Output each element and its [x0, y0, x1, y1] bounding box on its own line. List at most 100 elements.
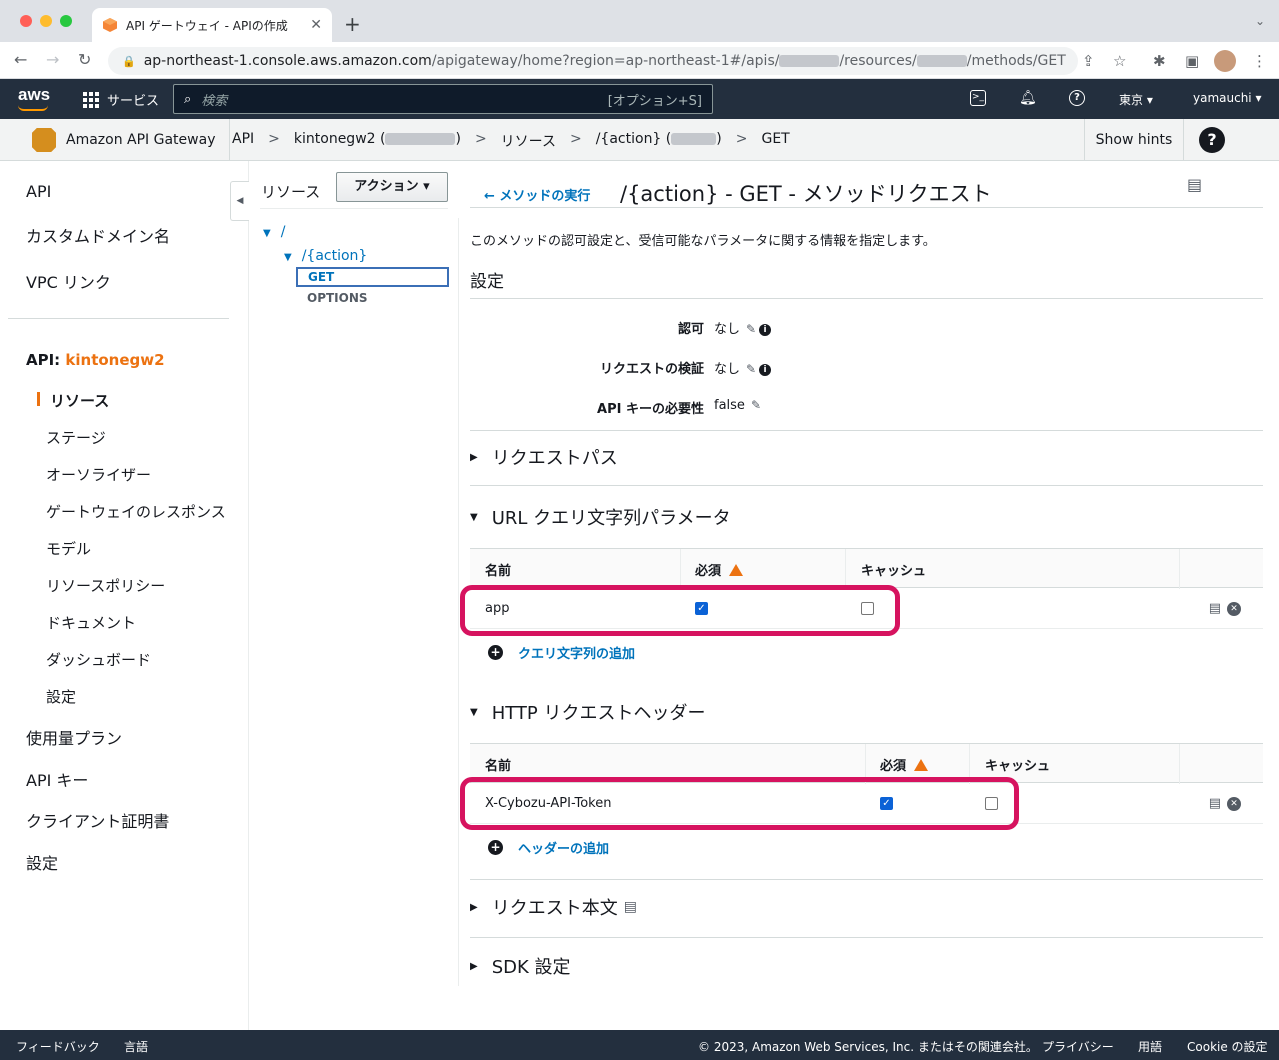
copyright-text: © 2023, Amazon Web Services, Inc. またはその関… — [698, 1040, 1038, 1054]
book-icon[interactable]: ▤ — [1209, 601, 1221, 616]
sdk-settings-section[interactable]: ▶ SDK 設定 — [470, 953, 571, 979]
share-icon[interactable]: ⇪ — [1082, 52, 1095, 70]
show-hints-button[interactable]: Show hints — [1084, 119, 1184, 161]
region-selector[interactable]: 東京 ▾ — [1119, 91, 1153, 108]
book-icon[interactable]: ▤ — [1209, 796, 1221, 811]
close-tab-icon[interactable]: ✕ — [310, 17, 322, 33]
tree-action-resource[interactable]: ▼/{action} — [284, 248, 367, 264]
nav-api[interactable]: API — [26, 182, 51, 201]
close-window-button[interactable] — [20, 15, 32, 27]
service-home-link[interactable]: Amazon API Gateway — [18, 119, 231, 161]
title-divider — [470, 207, 1263, 208]
privacy-link[interactable]: プライバシー — [1042, 1038, 1114, 1055]
language-link[interactable]: 言語 — [124, 1038, 148, 1055]
nav-vpc-links[interactable]: VPC リンク — [26, 269, 111, 293]
bookmark-star-icon[interactable]: ☆ — [1113, 52, 1126, 70]
crumb-api[interactable]: API — [232, 131, 254, 151]
add-header-link[interactable]: + ヘッダーの追加 — [488, 838, 609, 857]
request-validator-label: リクエストの検証 — [599, 362, 704, 377]
help-circle-icon[interactable]: ? — [1199, 127, 1225, 153]
caret-right-icon: ▶ — [470, 901, 478, 913]
add-icon: + — [488, 840, 503, 855]
new-tab-icon[interactable]: + — [344, 12, 361, 36]
crumb-action[interactable]: /{action} () — [596, 131, 722, 151]
feedback-link[interactable]: フィードバック — [16, 1038, 100, 1055]
tree-options-method[interactable]: OPTIONS — [307, 291, 368, 305]
nav-custom-domains[interactable]: カスタムドメイン名 — [26, 223, 170, 247]
pencil-icon[interactable]: ✎ — [751, 398, 761, 412]
reload-icon[interactable]: ↻ — [78, 50, 91, 69]
url-host: ap-northeast-1.console.aws.amazon.com — [143, 53, 432, 69]
pencil-icon[interactable]: ✎ — [746, 322, 756, 336]
add-query-string-link[interactable]: + クエリ文字列の追加 — [488, 643, 635, 662]
tab-menu-icon[interactable]: ⌄ — [1255, 14, 1265, 28]
query-params-section[interactable]: ▼ URL クエリ文字列パラメータ — [470, 504, 731, 530]
nav-models[interactable]: モデル — [46, 538, 91, 559]
sidepanel-icon[interactable]: ▣ — [1185, 52, 1199, 70]
info-icon[interactable]: i — [759, 363, 772, 376]
tree-get-method[interactable]: GET — [296, 267, 449, 287]
cloudshell-icon[interactable]: >_ — [970, 90, 986, 106]
nav-client-certs[interactable]: クライアント証明書 — [26, 808, 169, 832]
nav-stages[interactable]: ステージ — [46, 427, 106, 448]
terms-link[interactable]: 用語 — [1138, 1038, 1162, 1055]
caret-right-icon: ▶ — [470, 451, 478, 463]
nav-usage-plans[interactable]: 使用量プラン — [26, 725, 122, 749]
crumb-separator: > — [569, 131, 582, 147]
back-icon[interactable]: ← — [14, 50, 27, 69]
nav-api-keys[interactable]: API キー — [26, 767, 88, 791]
nav-gateway-responses[interactable]: ゲートウェイのレスポンス — [46, 501, 226, 522]
section-divider — [470, 879, 1263, 880]
request-body-section[interactable]: ▶ リクエスト本文 ▤ — [470, 894, 637, 920]
url-field[interactable]: 🔒 ap-northeast-1.console.aws.amazon.com … — [108, 47, 1078, 75]
book-icon[interactable]: ▤ — [1187, 175, 1202, 194]
lock-icon: 🔒 — [122, 54, 136, 68]
nav-api-settings[interactable]: 設定 — [46, 686, 76, 707]
actions-button[interactable]: アクション ▾ — [336, 172, 448, 202]
caret-right-icon: ▶ — [470, 960, 478, 972]
profile-avatar[interactable] — [1214, 50, 1236, 72]
search-icon: ⌕ — [184, 91, 192, 107]
remove-icon[interactable]: ✕ — [1227, 796, 1241, 811]
aws-search-input[interactable]: ⌕ 検索 [オプション+S] — [173, 84, 713, 114]
crumb-kintonegw2[interactable]: kintonegw2 () — [294, 131, 461, 151]
nav-settings[interactable]: 設定 — [26, 850, 58, 874]
info-icon[interactable]: i — [759, 323, 772, 336]
crumb-resources[interactable]: リソース — [501, 131, 556, 151]
request-path-section[interactable]: ▶ リクエストパス — [470, 444, 618, 470]
nav-authorizers[interactable]: オーソライザー — [46, 464, 151, 485]
services-menu[interactable]: サービス — [83, 90, 159, 109]
help-icon[interactable]: ? — [1069, 90, 1085, 106]
service-name: Amazon API Gateway — [66, 132, 216, 148]
settings-divider — [470, 298, 1263, 299]
left-nav: API カスタムドメイン名 VPC リンク API: kintonegw2 リソ… — [0, 161, 249, 1030]
chrome-menu-icon[interactable]: ⋮ — [1252, 52, 1267, 70]
pencil-icon[interactable]: ✎ — [746, 362, 756, 376]
cookie-link[interactable]: Cookie の設定 — [1187, 1038, 1268, 1055]
url-path-3: /methods/GET — [966, 53, 1066, 69]
remove-icon[interactable]: ✕ — [1227, 601, 1241, 616]
http-headers-section[interactable]: ▼ HTTP リクエストヘッダー — [470, 699, 706, 725]
nav-dashboard[interactable]: ダッシュボード — [46, 649, 151, 670]
col-cache: キャッシュ — [861, 564, 927, 579]
footer: フィードバック 言語 © 2023, Amazon Web Services, … — [0, 1030, 1279, 1060]
aws-logo[interactable]: aws — [18, 85, 50, 105]
query-table-header: 名前 必須 キャッシュ — [470, 548, 1263, 589]
active-indicator — [37, 392, 40, 406]
forward-icon[interactable]: → — [46, 50, 59, 69]
tree-root[interactable]: ▼ / — [263, 224, 285, 240]
browser-tab[interactable]: API ゲートウェイ - APIの作成 ✕ — [92, 8, 332, 42]
bell-icon[interactable]: 🔔︎ — [1019, 90, 1037, 106]
method-execution-link[interactable]: ← メソッドの実行 — [484, 185, 590, 204]
nav-resources[interactable]: リソース — [50, 390, 109, 411]
nav-resource-policy[interactable]: リソースポリシー — [46, 575, 165, 596]
user-menu[interactable]: yamauchi ▾ — [1193, 91, 1261, 105]
col-cache: キャッシュ — [985, 759, 1051, 774]
nav-documentation[interactable]: ドキュメント — [46, 612, 136, 633]
maximize-window-button[interactable] — [60, 15, 72, 27]
minimize-window-button[interactable] — [40, 15, 52, 27]
url-path-1: /apigateway/home?region=ap-northeast-1#/… — [431, 53, 780, 69]
extensions-icon[interactable]: ✱ — [1153, 52, 1166, 70]
services-label: サービス — [107, 94, 160, 109]
collapse-tree-button[interactable]: ◀ — [230, 181, 249, 221]
